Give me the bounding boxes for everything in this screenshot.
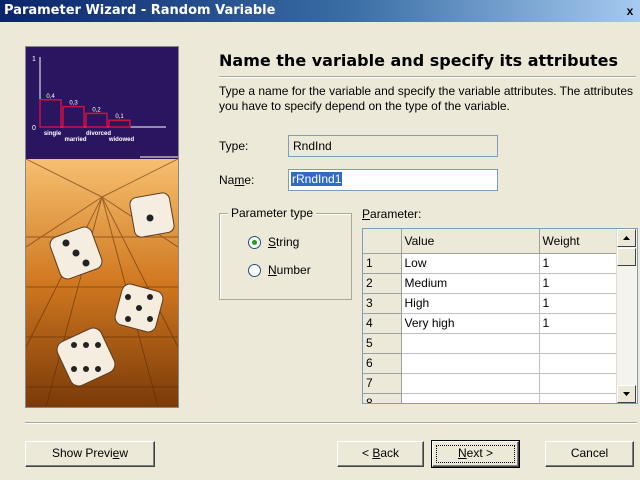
next-accel: N (457, 446, 467, 460)
row-number[interactable]: 3 (363, 293, 402, 314)
grid-vertical-scrollbar[interactable] (616, 229, 637, 403)
row-number[interactable]: 4 (363, 313, 402, 334)
table-row[interactable]: 8 (363, 393, 618, 403)
value-cell[interactable]: Low (401, 253, 540, 274)
next-post: ext > (466, 446, 494, 460)
row-number[interactable]: 6 (363, 353, 402, 374)
string-accel: S (268, 235, 277, 249)
parameter-type-group (219, 213, 352, 300)
close-button[interactable]: x (620, 3, 640, 19)
chart-y-tick-label: 1 (32, 56, 36, 63)
next-button[interactable]: Next > (431, 440, 520, 468)
table-row[interactable]: 6 (363, 353, 618, 374)
wizard-banner: 1 0 0,4 single 0,3 married 0,2 divorced 0,1 widow… (25, 46, 179, 408)
number-accel: N (268, 263, 277, 277)
banner-graphic: 1 0 0,4 single 0,3 married 0,2 divorced 0,1 widow… (26, 47, 178, 407)
number-rest: umber (276, 263, 311, 277)
name-label: Name: (219, 173, 254, 187)
number-radio[interactable] (248, 264, 261, 277)
chart-value-label: 0,1 (115, 114, 124, 120)
page-heading: Name the variable and specify its attrib… (219, 51, 619, 70)
parameter-type-legend: Parameter type (228, 206, 317, 220)
table-row[interactable]: 1 Low 1 (363, 253, 618, 274)
name-input[interactable]: rRndInd1 (288, 169, 498, 191)
number-radio-label[interactable]: Number (268, 263, 311, 277)
scroll-thumb[interactable] (617, 248, 636, 266)
back-pre: < (361, 446, 373, 460)
weight-cell[interactable] (539, 393, 618, 403)
chart-category-label: widowed (108, 137, 135, 143)
grid-header-row: Value Weight (363, 229, 618, 254)
parameter-rest: arameter: (370, 207, 422, 221)
button-divider (25, 422, 637, 424)
row-number[interactable]: 5 (363, 333, 402, 354)
scroll-up-button[interactable] (617, 229, 636, 247)
value-cell[interactable] (401, 353, 540, 374)
back-button[interactable]: < Back (337, 441, 424, 467)
chart-background (26, 47, 178, 159)
table-row[interactable]: 5 (363, 333, 618, 354)
row-number[interactable]: 7 (363, 373, 402, 394)
table-row[interactable]: 4 Very high 1 (363, 313, 618, 334)
chart-category-label: single (44, 131, 62, 137)
parameter-label: Parameter: (362, 207, 421, 221)
show-preview-button[interactable]: Show Preview (25, 441, 155, 467)
value-cell[interactable]: Medium (401, 273, 540, 294)
weight-cell[interactable]: 1 (539, 253, 618, 274)
chart-value-label: 0,3 (69, 101, 78, 107)
value-column-header[interactable]: Value (401, 229, 540, 254)
table-row[interactable]: 7 (363, 373, 618, 394)
value-cell[interactable] (401, 373, 540, 394)
weight-cell[interactable]: 1 (539, 293, 618, 314)
name-input-value[interactable]: rRndInd1 (291, 172, 343, 186)
row-number[interactable]: 8 (363, 393, 402, 403)
string-radio-label[interactable]: String (268, 235, 299, 249)
preview-pre: Show Previ (51, 446, 113, 460)
type-label: Type: (219, 139, 249, 153)
scroll-down-button[interactable] (617, 385, 636, 403)
parameter-accel: P (362, 207, 371, 221)
parameter-grid[interactable]: Value Weight 1 Low 1 2 Medium 1 3 High 1… (362, 228, 638, 404)
chart-category-label: married (64, 137, 86, 143)
table-row[interactable]: 3 High 1 (363, 293, 618, 314)
type-field: RndInd (288, 135, 498, 157)
value-cell[interactable] (401, 393, 540, 403)
name-label-post: e: (244, 173, 255, 187)
row-number[interactable]: 1 (363, 253, 402, 274)
value-cell[interactable]: Very high (401, 313, 540, 334)
corner-cell (363, 229, 402, 254)
chart-y-tick-label: 0 (32, 125, 36, 132)
triangle-down-icon (623, 392, 630, 396)
weight-cell[interactable]: 1 (539, 273, 618, 294)
weight-cell[interactable] (539, 353, 618, 374)
value-cell[interactable]: High (401, 293, 540, 314)
string-rest: tring (276, 235, 300, 249)
heading-divider (219, 76, 636, 78)
weight-cell[interactable]: 1 (539, 313, 618, 334)
chart-category-label: divorced (86, 131, 111, 137)
value-cell[interactable] (401, 333, 540, 354)
page-description: Type a name for the variable and specify… (219, 84, 634, 113)
chart-value-label: 0,2 (92, 107, 101, 113)
window-title: Parameter Wizard - Random Variable (4, 3, 276, 18)
triangle-up-icon (623, 236, 630, 240)
die-1 (129, 192, 175, 238)
weight-cell[interactable] (539, 373, 618, 394)
preview-post: w (119, 446, 129, 460)
title-bar: Parameter Wizard - Random Variable x (0, 0, 640, 22)
table-row[interactable]: 2 Medium 1 (363, 273, 618, 294)
chart-value-label: 0,4 (46, 94, 55, 100)
cancel-button[interactable]: Cancel (545, 441, 634, 467)
back-post: ack (380, 446, 400, 460)
string-radio[interactable] (248, 236, 261, 249)
name-label-accel: m (234, 173, 245, 187)
weight-cell[interactable] (539, 333, 618, 354)
weight-column-header[interactable]: Weight (539, 229, 618, 254)
name-label-pre: Na (219, 173, 235, 187)
row-number[interactable]: 2 (363, 273, 402, 294)
